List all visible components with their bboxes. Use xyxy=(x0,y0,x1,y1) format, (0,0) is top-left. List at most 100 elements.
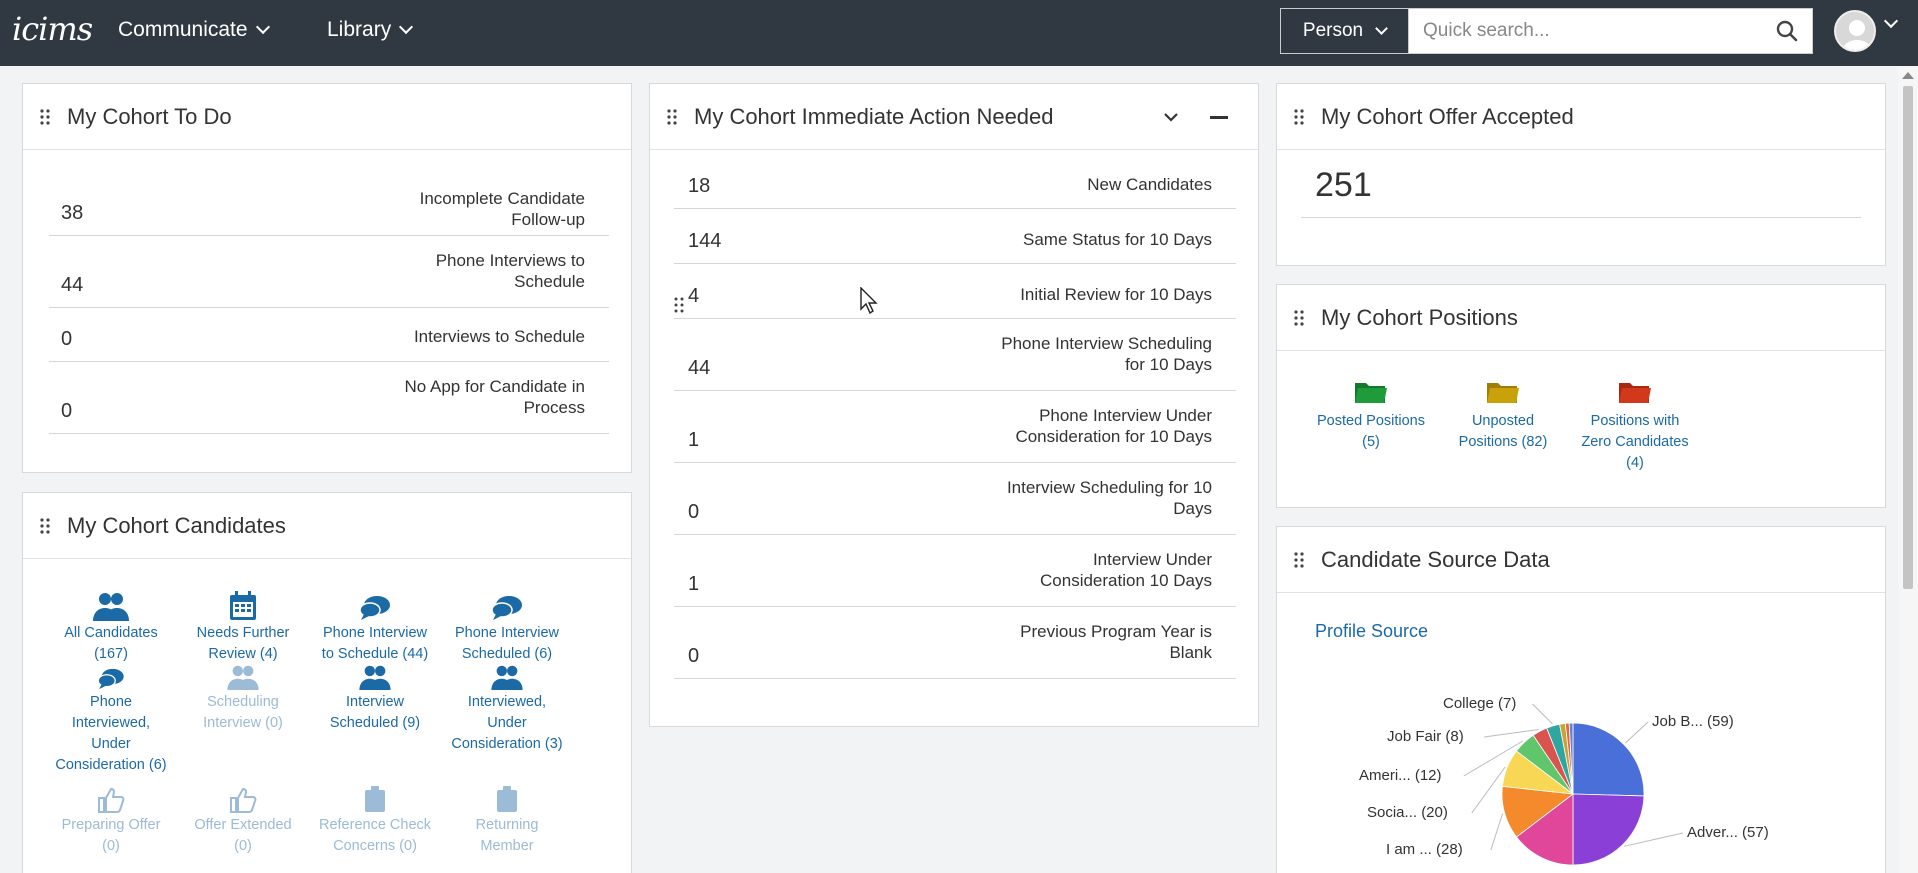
todo-row[interactable]: 44 Phone Interviews to Schedule xyxy=(49,236,609,308)
user-menu-chevron-icon[interactable] xyxy=(1883,13,1899,29)
candidate-bin-phone-interviewed-under-consideration[interactable]: Phone Interviewed, Under Consideration (… xyxy=(41,668,181,776)
search-scope-dropdown[interactable]: Person xyxy=(1281,9,1409,53)
pie-slice[interactable] xyxy=(1572,722,1645,797)
todo-label: Phone Interviews to xyxy=(435,251,585,270)
position-label-line2: Zero Candidates xyxy=(1581,434,1689,450)
nav-communicate-menu[interactable]: Communicate xyxy=(118,18,270,42)
panel-my-cohort-offer-accepted: My Cohort Offer Accepted 251 xyxy=(1276,83,1886,266)
drag-handle-icon[interactable] xyxy=(1293,108,1305,126)
offer-accepted-row[interactable]: 251 xyxy=(1301,150,1861,218)
action-row[interactable]: 4 Initial Review for 10 Days xyxy=(674,264,1236,319)
candidate-bin-all-candidates[interactable]: All Candidates (167) xyxy=(41,585,181,665)
candidate-bin-returning-member[interactable]: Returning Member xyxy=(437,785,577,857)
panel-header: My Cohort To Do xyxy=(23,84,631,150)
chevron-down-icon xyxy=(1375,21,1388,35)
drag-handle-icon[interactable] xyxy=(1293,309,1305,327)
pie-leader-line xyxy=(1471,766,1506,814)
candidate-bin-preparing-offer[interactable]: Preparing Offer (0) xyxy=(41,785,181,857)
chevron-down-icon xyxy=(399,19,414,35)
action-count: 44 xyxy=(688,357,711,379)
pie-leader-line xyxy=(1484,729,1539,738)
group-icon xyxy=(93,593,129,621)
pie-leader-line xyxy=(1532,703,1553,725)
action-row[interactable]: 18 New Candidates xyxy=(674,150,1236,209)
pie-slice-label: Adver... (57) xyxy=(1687,824,1769,841)
action-label-line2: Days xyxy=(1173,499,1212,518)
candidate-bin-offer-extended[interactable]: Offer Extended (0) xyxy=(173,785,313,857)
action-row[interactable]: 1 Phone Interview Under Consideration fo… xyxy=(674,391,1236,463)
scroll-up-arrow-icon[interactable] xyxy=(1902,72,1914,79)
action-row[interactable]: 0 Previous Program Year is Blank xyxy=(674,607,1236,679)
bin-label: Preparing Offer xyxy=(61,817,161,833)
panel-candidate-source-data: Candidate Source Data Profile Source Job… xyxy=(1276,526,1886,873)
panel-my-cohort-positions: My Cohort Positions Posted Positions (5)… xyxy=(1276,284,1886,508)
panel-my-cohort-immediate-action-needed: My Cohort Immediate Action Needed 18 New… xyxy=(649,83,1259,727)
bin-label-line3: Under xyxy=(91,736,131,752)
todo-count: 0 xyxy=(61,400,73,422)
scroll-thumb[interactable] xyxy=(1903,86,1913,589)
search-button[interactable] xyxy=(1762,9,1812,53)
todo-row[interactable]: 0 No App for Candidate in Process xyxy=(49,362,609,434)
panel-header: My Cohort Candidates xyxy=(23,493,631,559)
group-icon xyxy=(227,665,259,690)
top-navigation-bar: icims Communicate Library Person xyxy=(0,0,1918,66)
candidate-bin-interviewed-under-consideration[interactable]: Interviewed, Under Consideration (3) xyxy=(437,665,577,755)
collapse-chevron-icon[interactable] xyxy=(1162,106,1180,132)
minimize-icon[interactable] xyxy=(1210,116,1228,119)
positions-zero-candidates-link[interactable]: Positions with Zero Candidates (4) xyxy=(1565,369,1705,474)
row-drag-handle-icon[interactable] xyxy=(674,297,684,318)
todo-row[interactable]: 38 Incomplete Candidate Follow-up xyxy=(49,174,609,236)
icims-logo[interactable]: icims xyxy=(12,10,93,48)
bin-label-line2: Scheduled (9) xyxy=(329,715,421,731)
drag-handle-icon[interactable] xyxy=(666,108,678,126)
candidate-bin-reference-check-concerns[interactable]: Reference Check Concerns (0) xyxy=(305,785,445,857)
action-label-line2: Consideration for 10 Days xyxy=(1015,427,1212,446)
pie-leader-line xyxy=(1623,832,1684,847)
unposted-positions-link[interactable]: Unposted Positions (82) xyxy=(1433,369,1573,453)
action-count: 18 xyxy=(688,175,711,197)
search-scope-label: Person xyxy=(1302,20,1364,41)
action-row[interactable]: 0 Interview Scheduling for 10 Days xyxy=(674,463,1236,535)
candidate-bin-needs-further-review[interactable]: Needs Further Review (4) xyxy=(173,585,313,665)
panel-header: My Cohort Positions xyxy=(1277,285,1885,351)
page-scrollbar[interactable] xyxy=(1898,66,1918,873)
bin-label: Interviewed, xyxy=(467,694,547,710)
position-label: Positions with xyxy=(1590,413,1680,429)
nav-library-menu[interactable]: Library xyxy=(327,18,414,42)
bin-label: All Candidates xyxy=(64,625,158,641)
panel-my-cohort-candidates: My Cohort Candidates All Candidates (167… xyxy=(22,492,632,873)
todo-label: No App for Candidate in xyxy=(404,377,585,396)
candidate-bin-phone-interview-to-schedule[interactable]: Phone Interview to Schedule (44) xyxy=(305,585,445,665)
candidate-bin-interview-scheduled[interactable]: Interview Scheduled (9) xyxy=(305,665,445,734)
chat-icon xyxy=(491,596,522,620)
action-label: Same Status for 10 Days xyxy=(1023,230,1212,249)
clipboard-icon xyxy=(497,786,517,812)
candidate-bin-phone-interview-scheduled[interactable]: Phone Interview Scheduled (6) xyxy=(437,585,577,665)
todo-label: Incomplete Candidate xyxy=(419,189,585,208)
bin-label: Interview xyxy=(345,694,405,710)
todo-row[interactable]: 0 Interviews to Schedule xyxy=(49,308,609,362)
nav-communicate-label: Communicate xyxy=(118,18,248,41)
user-avatar[interactable] xyxy=(1834,10,1876,52)
action-label: Phone Interview Under xyxy=(1039,406,1212,425)
bin-label: Phone Interview xyxy=(323,625,427,641)
candidate-bin-scheduling-interview[interactable]: Scheduling Interview (0) xyxy=(173,665,313,734)
folder-icon xyxy=(1487,383,1519,403)
todo-label-line2: Follow-up xyxy=(511,210,585,229)
action-row[interactable]: 44 Phone Interview Scheduling for 10 Day… xyxy=(674,319,1236,391)
chat-icon xyxy=(97,668,124,690)
bin-label-line2: Review (4) xyxy=(208,646,278,662)
action-row[interactable]: 1 Interview Under Consideration 10 Days xyxy=(674,535,1236,607)
action-count: 1 xyxy=(688,429,700,451)
group-icon xyxy=(359,665,391,690)
posted-positions-link[interactable]: Posted Positions (5) xyxy=(1301,369,1441,453)
drag-handle-icon[interactable] xyxy=(39,108,51,126)
search-icon xyxy=(1776,20,1798,42)
drag-handle-icon[interactable] xyxy=(39,517,51,535)
bin-label-line2: Interviewed, xyxy=(71,715,151,731)
bin-label: Reference Check xyxy=(318,817,432,833)
bin-label-line2: Scheduled (6) xyxy=(461,646,553,662)
quick-search-input[interactable] xyxy=(1409,9,1762,53)
action-row[interactable]: 144 Same Status for 10 Days xyxy=(674,209,1236,264)
pie-slice[interactable] xyxy=(1572,793,1645,866)
